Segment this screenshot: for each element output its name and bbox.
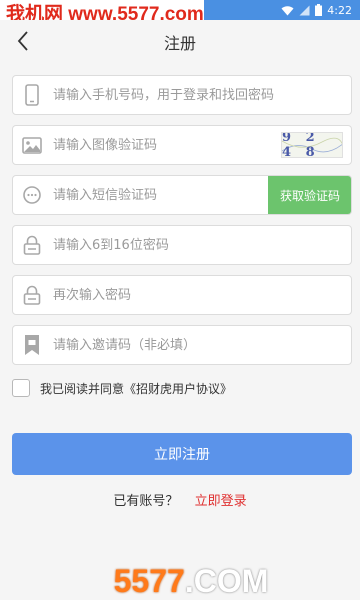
lock-icon (13, 276, 51, 314)
status-icons: 4:22 (281, 2, 352, 18)
agreement-text[interactable]: 我已阅读并同意《招财虎用户协议》 (40, 380, 232, 397)
login-prompt: 已有账号？ 立即登录 (0, 490, 360, 509)
signal-icon (299, 5, 310, 15)
password-field (12, 225, 352, 265)
page-title: 注册 (163, 34, 196, 53)
invite-code-input[interactable] (51, 326, 351, 364)
image-code-field: 9 2 4 8 (12, 125, 352, 165)
watermark-logo-bottom: 5577 .COM (96, 562, 286, 600)
login-question: 已有账号？ (113, 494, 179, 509)
password-input[interactable] (51, 226, 351, 264)
register-button[interactable]: 立即注册 (12, 433, 352, 475)
header: 注册 (0, 20, 360, 62)
password-confirm-input[interactable] (51, 276, 351, 314)
wifi-icon (281, 5, 294, 15)
captcha-image[interactable]: 9 2 4 8 (281, 132, 343, 158)
image-icon (13, 126, 51, 164)
agreement-row: 我已阅读并同意《招财虎用户协议》 (12, 377, 232, 399)
sms-code-field: 获取验证码 (12, 175, 352, 215)
watermark-domain: .COM (184, 562, 269, 599)
password-confirm-field (12, 275, 352, 315)
invite-code-field (12, 325, 352, 365)
battery-icon (315, 4, 323, 16)
watermark-number: 5577 (113, 562, 185, 599)
get-sms-code-button[interactable]: 获取验证码 (268, 176, 351, 214)
lock-icon (13, 226, 51, 264)
login-link[interactable]: 立即登录 (195, 494, 247, 509)
message-icon (13, 176, 51, 214)
status-time: 4:22 (327, 3, 352, 17)
sms-code-input[interactable] (51, 176, 268, 214)
agreement-checkbox[interactable] (12, 379, 30, 397)
image-code-input[interactable] (51, 126, 281, 164)
captcha-text: 9 2 4 8 (282, 132, 320, 158)
bookmark-icon (13, 326, 51, 364)
phone-field (12, 75, 352, 115)
phone-input[interactable] (51, 76, 351, 114)
phone-icon (13, 76, 51, 114)
